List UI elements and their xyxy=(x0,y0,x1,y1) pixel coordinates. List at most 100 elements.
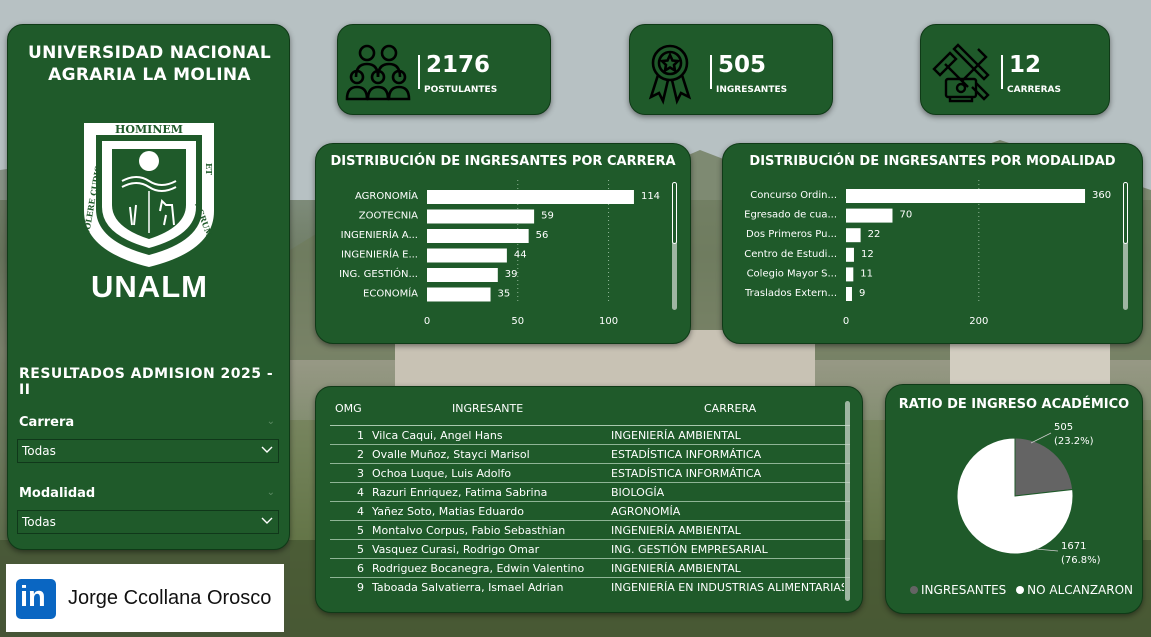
cell-omg: 4 xyxy=(357,505,364,518)
data-label: 22 xyxy=(868,229,881,240)
filter-carrera-label: Carrera xyxy=(19,415,75,430)
table-row[interactable]: 5 Vasquez Curasi, Rodrigo Omar ING. GESTIÓ… xyxy=(330,539,850,558)
category-label: INGENIERÍA E... xyxy=(341,248,418,261)
category-label: Concurso Ordin... xyxy=(750,190,837,201)
category-label: ECONOMÍA xyxy=(363,287,418,300)
cell-omg: 4 xyxy=(357,486,364,499)
tools-icon xyxy=(932,43,990,103)
pie-label-ingresantes-pct: (23.2%) xyxy=(1054,436,1094,447)
kpi-card-ingresantes: 505 INGRESANTES xyxy=(629,24,833,115)
legend-no-alcanzaron[interactable]: NO ALCANZARON xyxy=(1027,583,1133,597)
column-header-ingresante[interactable]: INGRESANTE xyxy=(452,402,523,415)
kpi-divider xyxy=(418,55,420,89)
linkedin-author-card[interactable]: in Jorge Ccollana Orosco xyxy=(6,564,284,632)
filter-modalidad-label: Modalidad xyxy=(19,486,96,501)
table-row[interactable]: 9 Taboada Salvatierra, Ismael Adrian INGEN… xyxy=(330,577,850,596)
pie-label-ingresantes-value: 505 xyxy=(1054,422,1074,433)
chart-modalidad-panel: DISTRIBUCIÓN DE INGRESANTES POR MODALIDA… xyxy=(722,143,1143,344)
category-label: Centro de Estudi... xyxy=(744,249,837,260)
university-title: UNIVERSIDAD NACIONAL AGRARIA LA MOLINA xyxy=(8,42,291,86)
cell-carrera: INGENIERÍA AMBIENTAL xyxy=(611,524,741,537)
bar[interactable] xyxy=(846,247,854,262)
table-row[interactable]: 3 Ochoa Luque, Luis Adolfo ESTADÍSTICA INF… xyxy=(330,463,850,482)
chart-carrera-scroll-thumb[interactable] xyxy=(672,182,677,244)
cell-carrera: INGENIERÍA AMBIENTAL xyxy=(611,562,741,575)
filter-carrera-value: Todas xyxy=(22,444,56,458)
cell-ingresante: Montalvo Corpus, Fabio Sebasthian xyxy=(372,524,566,537)
category-label: ZOOTECNIA xyxy=(359,211,418,222)
table-scrollbar[interactable] xyxy=(845,401,850,601)
table-row[interactable]: 6 Rodriguez Bocanegra, Edwin Valentino ING… xyxy=(330,558,850,577)
university-title-line1: UNIVERSIDAD NACIONAL xyxy=(28,43,271,63)
bar[interactable] xyxy=(427,248,507,263)
kpi-carreras-label: CARRERAS xyxy=(1007,85,1061,95)
data-label: 12 xyxy=(861,249,874,260)
bar[interactable] xyxy=(846,267,854,282)
kpi-divider xyxy=(710,55,712,89)
chart-modalidad-scroll-thumb[interactable] xyxy=(1123,182,1128,244)
table-row[interactable]: 5 Montalvo Corpus, Fabio Sebasthian INGENI… xyxy=(330,520,850,539)
column-header-omg[interactable]: OMG xyxy=(335,402,362,415)
unalm-logo-text: UNALM xyxy=(91,269,208,304)
table-row[interactable]: 4 Razuri Enriquez, Fatima Sabrina BIOLOGÍA xyxy=(330,482,850,501)
kpi-carreras-value: 12 xyxy=(1009,52,1042,78)
pie-chart xyxy=(956,432,1074,555)
cell-omg: 1 xyxy=(357,429,364,442)
bar[interactable] xyxy=(846,208,893,223)
linkedin-icon-text: in xyxy=(20,581,46,613)
cell-omg: 5 xyxy=(357,543,364,556)
bar[interactable] xyxy=(427,190,634,204)
chart-carrera-plot: 0 50 100 AGRONOMÍA 114 ZOOTECNIA 59 INGENIERÍA … xyxy=(339,180,660,327)
cell-omg: 5 xyxy=(357,524,364,537)
column-header-carrera[interactable]: CARRERA xyxy=(704,402,756,415)
data-label: 114 xyxy=(641,191,660,202)
x-tick-label: 50 xyxy=(511,316,524,327)
bar[interactable] xyxy=(846,228,861,243)
filter-carrera-select[interactable]: Todas xyxy=(17,439,279,463)
cell-ingresante: Vasquez Curasi, Rodrigo Omar xyxy=(372,543,540,556)
table-body: 1 Vilca Caqui, Angel Hans INGENIERÍA AMBIE… xyxy=(330,425,850,596)
cell-omg: 6 xyxy=(357,562,364,575)
cell-ingresante: Yañez Soto, Matias Eduardo xyxy=(372,505,524,518)
table-row[interactable]: 4 Yañez Soto, Matias Eduardo AGRONOMÍA xyxy=(330,501,850,520)
cell-ingresante: Razuri Enriquez, Fatima Sabrina xyxy=(372,486,548,499)
chevron-down-icon xyxy=(261,517,273,524)
category-label: INGENIERÍA A... xyxy=(341,228,418,241)
table-header: OMG INGRESANTE CARRERA xyxy=(330,402,850,424)
sidebar-panel: UNIVERSIDAD NACIONAL AGRARIA LA MOLINA H… xyxy=(7,24,290,550)
people-group-icon xyxy=(345,44,411,101)
kpi-divider xyxy=(1001,55,1003,89)
chevron-down-icon xyxy=(261,446,273,453)
bar[interactable] xyxy=(427,209,535,224)
ingresantes-table-panel: OMG INGRESANTE CARRERA 1 Vilca Caqui, Ang… xyxy=(315,386,863,613)
cell-carrera: AGRONOMÍA xyxy=(611,505,681,518)
cell-ingresante: Ovalle Muñoz, Stayci Marisol xyxy=(372,448,530,461)
chevron-down-icon[interactable]: ⌄ xyxy=(267,487,275,498)
cell-carrera: INGENIERÍA AMBIENTAL xyxy=(611,429,741,442)
category-label: AGRONOMÍA xyxy=(355,189,418,202)
bar[interactable] xyxy=(427,229,529,243)
legend-ingresantes[interactable]: INGRESANTES xyxy=(921,583,1006,597)
data-label: 11 xyxy=(860,268,873,279)
crest-text-top: HOMINEM xyxy=(115,123,183,136)
table-row[interactable]: 1 Vilca Caqui, Angel Hans INGENIERÍA AMBIE… xyxy=(330,425,850,444)
university-crest-logo: HOMINEM ET AGRUM COLERE CUDIO xyxy=(82,123,215,267)
filter-modalidad-select[interactable]: Todas xyxy=(17,510,279,534)
pie-label-no-alcanzaron-pct: (76.8%) xyxy=(1061,555,1101,566)
bar[interactable] xyxy=(427,268,498,282)
cell-ingresante: Vilca Caqui, Angel Hans xyxy=(372,429,503,442)
bar[interactable] xyxy=(846,287,852,301)
x-tick-label: 0 xyxy=(424,316,430,327)
table-row[interactable]: 2 Ovalle Muñoz, Stayci Marisol ESTADÍSTICA… xyxy=(330,444,850,463)
kpi-card-postulantes: 2176 POSTULANTES xyxy=(337,24,551,115)
bar[interactable] xyxy=(846,189,1086,203)
pie-label-no-alcanzaron-value: 1671 xyxy=(1061,541,1087,552)
data-label: 35 xyxy=(498,289,511,300)
pie-legend: INGRESANTES NO ALCANZARON xyxy=(910,583,1133,597)
cell-ingresante: Rodriguez Bocanegra, Edwin Valentino xyxy=(372,562,585,575)
bar[interactable] xyxy=(427,287,491,302)
data-label: 44 xyxy=(514,250,527,261)
data-label: 360 xyxy=(1092,190,1111,201)
category-label: ING. GESTIÓN... xyxy=(339,267,418,280)
chevron-down-icon[interactable]: ⌄ xyxy=(267,416,275,427)
